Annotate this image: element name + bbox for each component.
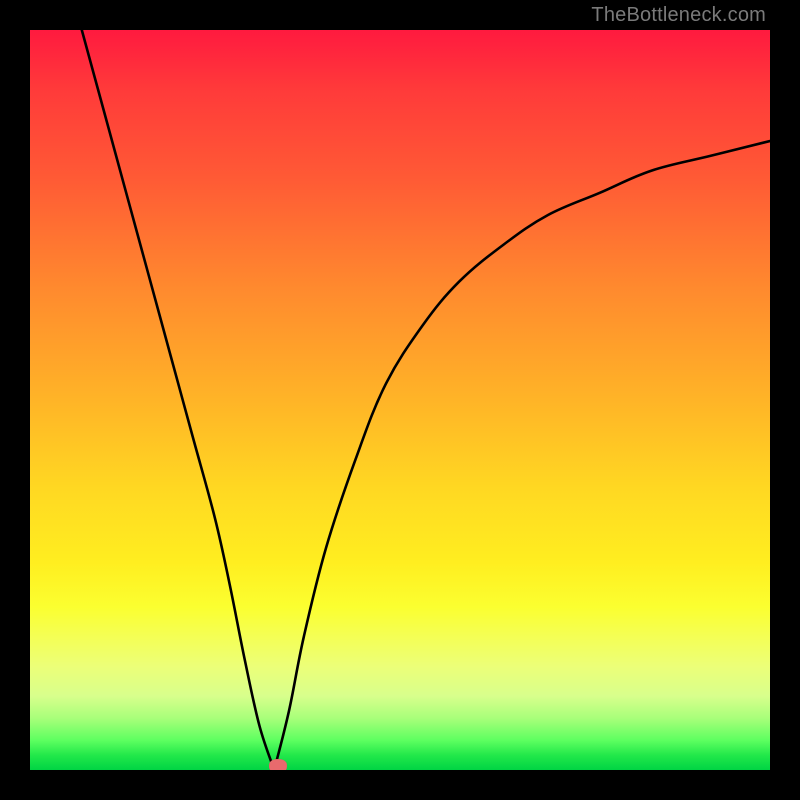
outer-frame: TheBottleneck.com xyxy=(0,0,800,800)
watermark-text: TheBottleneck.com xyxy=(591,4,766,27)
curve-right xyxy=(274,141,770,770)
plot-area xyxy=(30,30,770,770)
curve-left xyxy=(82,30,274,770)
bottleneck-curve xyxy=(30,30,770,770)
